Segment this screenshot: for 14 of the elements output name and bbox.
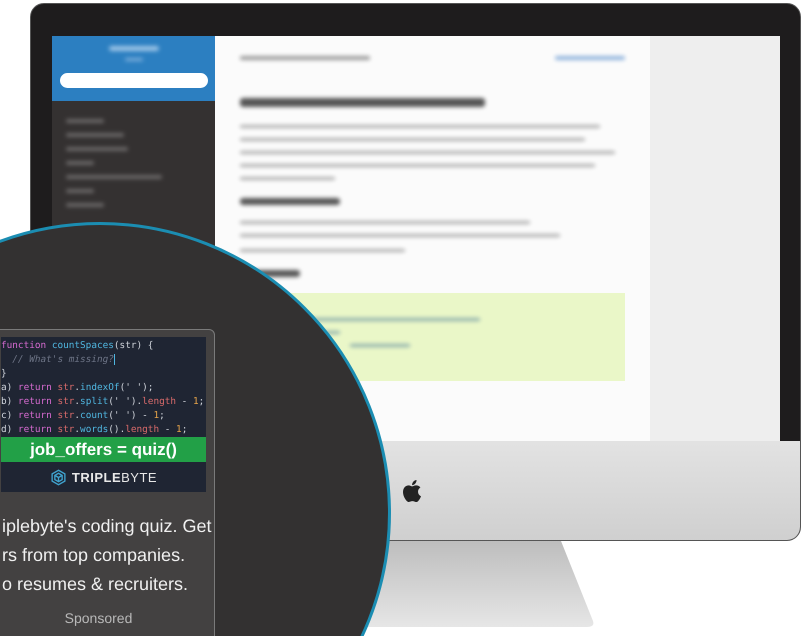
code-line: function countSpaces(str) {: [1, 339, 154, 353]
sponsored-label: Sponsored: [64, 610, 134, 626]
code-line: a) return str.indexOf(' ');: [1, 381, 154, 395]
hexagon-cube-icon: [50, 468, 67, 486]
banner-text: job_offers = quiz(): [1, 437, 206, 462]
code-line: d) return str.words().length - 1;: [1, 423, 188, 437]
code-line: }: [1, 367, 7, 381]
ad-text-line: iplebyte's coding quiz. Get: [1, 515, 212, 538]
code-line: // What's missing?: [1, 353, 115, 367]
brand-logo-text: TRIPLEBYTE: [72, 470, 158, 484]
code-line: b) return str.split(' ').length - 1;: [1, 395, 204, 409]
ad-text-line: o resumes & recruiters.: [1, 573, 188, 596]
ad-text-line: rs from top companies.: [1, 544, 186, 567]
code-line: c) return str.count(' ') - 1;: [1, 409, 165, 423]
